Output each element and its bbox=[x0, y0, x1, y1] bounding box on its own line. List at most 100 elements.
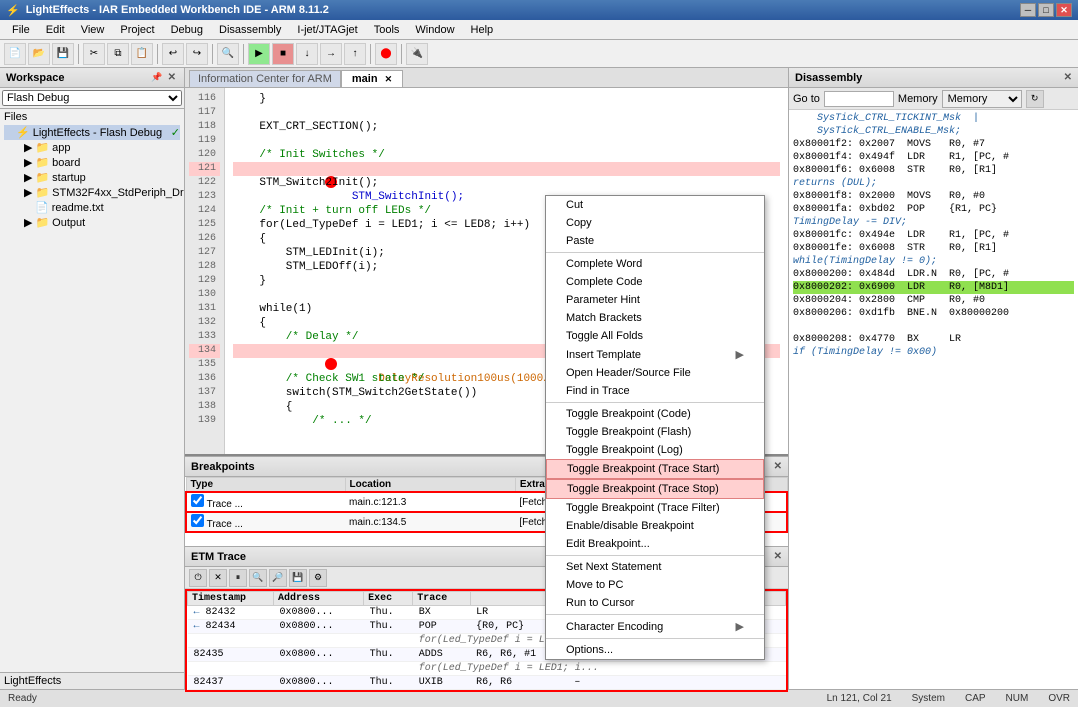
ctx-sep-1 bbox=[546, 252, 764, 253]
menu-ijet[interactable]: I-jet/JTAGjet bbox=[289, 22, 365, 38]
target-connect-button[interactable]: 🔌 bbox=[406, 43, 428, 65]
maximize-button[interactable]: □ bbox=[1038, 3, 1054, 17]
debug-stop-button[interactable]: ■ bbox=[272, 43, 294, 65]
cut-button[interactable]: ✂ bbox=[83, 43, 105, 65]
etm-settings-button[interactable]: ⚙ bbox=[309, 569, 327, 587]
ctx-toggle-bp-log[interactable]: Toggle Breakpoint (Log) bbox=[546, 441, 764, 459]
ctx-open-header[interactable]: Open Header/Source File bbox=[546, 364, 764, 382]
menu-project[interactable]: Project bbox=[112, 22, 162, 38]
ctx-copy[interactable]: Copy bbox=[546, 214, 764, 232]
tab-information-center[interactable]: Information Center for ARM bbox=[189, 70, 341, 87]
ctx-options[interactable]: Options... bbox=[546, 641, 764, 659]
copy-button[interactable]: ⧉ bbox=[107, 43, 129, 65]
disasm-content[interactable]: SysTick_CTRL_TICKINT_Msk | SysTick_CTRL_… bbox=[789, 110, 1078, 689]
title-bar: ⚡ LightEffects - IAR Embedded Workbench … bbox=[0, 0, 1078, 20]
menu-edit[interactable]: Edit bbox=[38, 22, 73, 38]
workspace-close[interactable]: ✕ bbox=[166, 72, 178, 83]
ctx-toggle-folds[interactable]: Toggle All Folds bbox=[546, 327, 764, 345]
tree-item-app[interactable]: ▶ 📁 app bbox=[4, 140, 180, 155]
menu-tools[interactable]: Tools bbox=[366, 22, 408, 38]
new-file-button[interactable]: 📄 bbox=[4, 43, 26, 65]
ctx-move-to-pc[interactable]: Move to PC bbox=[546, 576, 764, 594]
ctx-set-next[interactable]: Set Next Statement bbox=[546, 558, 764, 576]
disasm-line-12: while(TimingDelay != 0); bbox=[793, 255, 1074, 268]
ctx-char-encoding[interactable]: Character Encoding ▶ bbox=[546, 617, 764, 636]
undo-button[interactable]: ↩ bbox=[162, 43, 184, 65]
breakpoint-button[interactable]: ⬤ bbox=[375, 43, 397, 65]
workspace-mode-select[interactable]: Flash Debug bbox=[2, 90, 182, 106]
workspace-pin[interactable]: 📌 bbox=[149, 72, 164, 83]
etm-clear-button[interactable]: ✕ bbox=[209, 569, 227, 587]
ctx-cut[interactable]: Cut bbox=[546, 196, 764, 214]
tab-main[interactable]: main ✕ bbox=[341, 70, 403, 87]
tree-item-readme[interactable]: 📄 readme.txt bbox=[4, 200, 180, 215]
menu-debug[interactable]: Debug bbox=[163, 22, 211, 38]
debug-go-button[interactable]: ▶ bbox=[248, 43, 270, 65]
menu-window[interactable]: Window bbox=[407, 22, 462, 38]
tree-item-board[interactable]: ▶ 📁 board bbox=[4, 155, 180, 170]
tree-item-output[interactable]: ▶ 📁 Output bbox=[4, 215, 180, 230]
menu-view[interactable]: View bbox=[73, 22, 113, 38]
goto-input[interactable] bbox=[824, 91, 894, 107]
tree-label-app: app bbox=[52, 142, 70, 154]
menu-file[interactable]: File bbox=[4, 22, 38, 38]
redo-button[interactable]: ↪ bbox=[186, 43, 208, 65]
status-ready: Ready bbox=[8, 693, 37, 704]
tree-item-startup[interactable]: ▶ 📁 startup bbox=[4, 170, 180, 185]
ctx-toggle-bp-trace-filter[interactable]: Toggle Breakpoint (Trace Filter) bbox=[546, 499, 764, 517]
etm-save-button[interactable]: 💾 bbox=[289, 569, 307, 587]
disasm-line-11: 0x80001fe: 0x6008 STR R0, [R1] bbox=[793, 242, 1074, 255]
breakpoints-close[interactable]: ✕ bbox=[774, 461, 782, 472]
etm-power-button[interactable]: ⏻ bbox=[189, 569, 207, 587]
tree-item-stdperiph[interactable]: ▶ 📁 STM32F4xx_StdPeriph_Driver bbox=[4, 185, 180, 200]
tab-main-close[interactable]: ✕ bbox=[385, 74, 393, 84]
menu-disassembly[interactable]: Disassembly bbox=[211, 22, 289, 38]
memory-select[interactable]: Memory bbox=[942, 90, 1022, 108]
ctx-insert-template[interactable]: Insert Template ▶ bbox=[546, 345, 764, 364]
ctx-match-brackets[interactable]: Match Brackets bbox=[546, 309, 764, 327]
ctx-run-to-cursor[interactable]: Run to Cursor bbox=[546, 594, 764, 612]
etm-pause-button[interactable]: ⏸ bbox=[229, 569, 247, 587]
status-num: NUM bbox=[1006, 693, 1029, 704]
etm-zoom-button[interactable]: 🔎 bbox=[269, 569, 287, 587]
debug-next-button[interactable]: → bbox=[320, 43, 342, 65]
open-button[interactable]: 📂 bbox=[28, 43, 50, 65]
folder-expand-output: ▶ bbox=[24, 216, 32, 229]
debug-out-button[interactable]: ↑ bbox=[344, 43, 366, 65]
ctx-toggle-bp-flash[interactable]: Toggle Breakpoint (Flash) bbox=[546, 423, 764, 441]
workspace-mode-dropdown[interactable]: Flash Debug bbox=[0, 88, 184, 109]
menu-help[interactable]: Help bbox=[463, 22, 502, 38]
workspace-header: Workspace 📌 ✕ bbox=[0, 68, 184, 88]
bp-check-1[interactable] bbox=[191, 494, 204, 507]
ctx-complete-word[interactable]: Complete Word bbox=[546, 255, 764, 273]
disasm-close[interactable]: ✕ bbox=[1064, 72, 1072, 83]
save-button[interactable]: 💾 bbox=[52, 43, 74, 65]
ctx-sep-5 bbox=[546, 638, 764, 639]
ctx-toggle-bp-trace-stop[interactable]: Toggle Breakpoint (Trace Stop) bbox=[546, 479, 764, 499]
ctx-edit-bp[interactable]: Edit Breakpoint... bbox=[546, 535, 764, 553]
disasm-line-15: 0x8000206: 0xd1fb BNE.N 0x80000200 bbox=[793, 307, 1074, 320]
paste-button[interactable]: 📋 bbox=[131, 43, 153, 65]
disasm-refresh[interactable]: ↻ bbox=[1026, 90, 1044, 108]
find-button[interactable]: 🔍 bbox=[217, 43, 239, 65]
etm-close[interactable]: ✕ bbox=[774, 551, 782, 562]
project-root[interactable]: ⚡ LightEffects - Flash Debug ✓ bbox=[4, 125, 180, 140]
debug-step-button[interactable]: ↓ bbox=[296, 43, 318, 65]
goto-label: Go to bbox=[793, 93, 820, 105]
ctx-toggle-bp-code[interactable]: Toggle Breakpoint (Code) bbox=[546, 405, 764, 423]
bp-check-2[interactable] bbox=[191, 514, 204, 527]
disasm-line-4: 0x80001f4: 0x494f LDR R1, [PC, # bbox=[793, 151, 1074, 164]
char-encoding-arrow: ▶ bbox=[736, 620, 744, 633]
ctx-complete-code[interactable]: Complete Code bbox=[546, 273, 764, 291]
ctx-parameter-hint[interactable]: Parameter Hint bbox=[546, 291, 764, 309]
etm-search-button[interactable]: 🔍 bbox=[249, 569, 267, 587]
minimize-button[interactable]: ─ bbox=[1020, 3, 1036, 17]
disasm-line-8: 0x80001fa: 0xbd02 POP {R1, PC} bbox=[793, 203, 1074, 216]
breakpoints-title: Breakpoints bbox=[191, 461, 255, 473]
ctx-enable-disable-bp[interactable]: Enable/disable Breakpoint bbox=[546, 517, 764, 535]
ctx-paste[interactable]: Paste bbox=[546, 232, 764, 250]
close-button[interactable]: ✕ bbox=[1056, 3, 1072, 17]
ctx-find-trace[interactable]: Find in Trace bbox=[546, 382, 764, 400]
toolbar: 📄 📂 💾 ✂ ⧉ 📋 ↩ ↪ 🔍 ▶ ■ ↓ → ↑ ⬤ 🔌 bbox=[0, 40, 1078, 68]
ctx-toggle-bp-trace-start[interactable]: Toggle Breakpoint (Trace Start) bbox=[546, 459, 764, 479]
